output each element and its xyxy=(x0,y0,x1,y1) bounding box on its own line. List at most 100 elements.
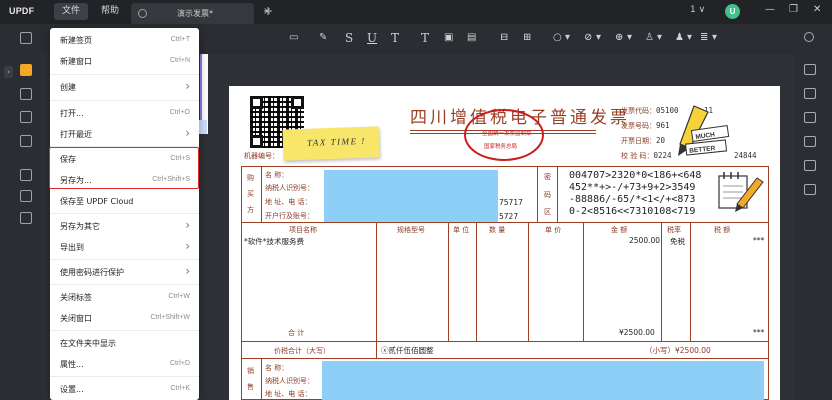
fill-dropdown-icon[interactable]: ▾ xyxy=(657,31,662,45)
underline-icon[interactable]: U xyxy=(367,31,377,45)
text-frame-icon[interactable]: ▤ xyxy=(467,31,476,45)
protect-icon[interactable] xyxy=(20,169,32,181)
pencil-dropdown-icon[interactable]: ▾ xyxy=(596,31,601,45)
buyer-partial-value: 75717 xyxy=(499,198,523,207)
fill-icon[interactable]: ♙ xyxy=(645,31,654,45)
menu-help[interactable]: 帮助 xyxy=(93,3,127,20)
reader-mode-icon[interactable] xyxy=(20,32,32,44)
maximize-icon[interactable]: ❐ xyxy=(789,4,798,15)
menu-file[interactable]: 文件 xyxy=(54,3,89,20)
collapse-sidebar-chevron-icon[interactable]: › xyxy=(4,66,13,78)
menu-item-close-tab[interactable]: 关闭标签 Ctrl+W xyxy=(50,287,199,308)
column-header: 金 额 xyxy=(611,226,628,234)
menu-item-new-window[interactable]: 新建窗口 Ctrl+N xyxy=(50,51,199,72)
seal-text: 国家税务总局 xyxy=(484,144,518,150)
buyer-partial-value: 5727 xyxy=(499,212,519,221)
comment-icon[interactable]: ▭ xyxy=(289,31,298,45)
menu-separator xyxy=(50,213,199,214)
total-amount: ¥2500.00 xyxy=(619,328,655,337)
menu-item-open[interactable]: 打开... Ctrl+O xyxy=(50,103,199,124)
menu-separator xyxy=(50,330,199,331)
new-tab-plus-icon[interactable]: + xyxy=(263,4,273,18)
menu-separator xyxy=(50,376,199,377)
form-icon[interactable] xyxy=(20,111,32,123)
table-rule xyxy=(476,222,477,341)
menu-item-protect-with-password[interactable]: 使用密码进行保护 › xyxy=(50,262,199,283)
menu-item-properties[interactable]: 属性... Ctrl+D xyxy=(50,354,199,375)
email-icon[interactable] xyxy=(804,160,816,171)
sticker-icon[interactable]: ⊟ xyxy=(500,31,508,45)
attachment-dropdown-icon[interactable]: ▾ xyxy=(627,31,632,45)
buyer-label: 买 xyxy=(247,190,254,198)
organize-pages-icon[interactable] xyxy=(20,135,32,147)
buyer-field: 纳税人识别号： xyxy=(265,184,314,192)
highlight-icon[interactable]: ✎ xyxy=(319,31,327,45)
edit-pdf-icon[interactable] xyxy=(20,88,32,100)
column-header: 数 量 xyxy=(489,226,506,234)
more-tools-icon[interactable]: ≣ xyxy=(700,31,708,45)
share-icon[interactable] xyxy=(804,136,816,147)
tax-time-sticky-note[interactable]: TAX TIME ! xyxy=(282,126,380,161)
squiggly-icon[interactable]: T xyxy=(391,31,399,45)
cipher-line: 004707>2320*0<186+<648 xyxy=(569,170,702,181)
menu-item-close-window[interactable]: 关闭窗口 Ctrl+Shift+W xyxy=(50,308,199,329)
menu-separator xyxy=(50,259,199,260)
user-avatar[interactable]: U xyxy=(725,4,740,19)
more-tools-dropdown-icon[interactable]: ▾ xyxy=(712,31,717,45)
ocr-icon[interactable] xyxy=(804,64,816,75)
invoice-seal: 全国统一发票监制章 国家税务总局 xyxy=(464,109,544,161)
batch-icon[interactable] xyxy=(804,112,816,123)
menu-item-create[interactable]: 创建 › xyxy=(50,77,199,98)
table-rule xyxy=(376,341,377,358)
table-rule xyxy=(557,166,558,222)
shape-dropdown-icon[interactable]: ▾ xyxy=(565,31,570,45)
buyer-field: 地 址、电 话： xyxy=(265,198,312,206)
document-tab[interactable]: 演示发票* × xyxy=(131,3,271,24)
item-tax: *** xyxy=(753,236,765,245)
convert-icon[interactable] xyxy=(804,88,816,99)
text-callout-icon[interactable]: ▣ xyxy=(444,31,453,45)
table-rule xyxy=(241,341,769,342)
menu-separator xyxy=(50,74,199,75)
layers-icon[interactable] xyxy=(20,212,32,224)
table-rule xyxy=(376,222,377,341)
buyer-field: 开户行及账号： xyxy=(265,212,314,220)
menu-item-settings[interactable]: 设置... Ctrl+K xyxy=(50,379,199,400)
seal-text: 全国统一发票监制章 xyxy=(482,131,532,137)
left-tool-rail xyxy=(0,24,42,400)
save-cloud-icon[interactable] xyxy=(804,184,816,195)
menu-item-export-to[interactable]: 导出到 › xyxy=(50,237,199,258)
updf-window: UPDF 文件 帮助 演示发票* × + 1 ∨ U — ❐ ✕ › ▭ ✎ S… xyxy=(0,0,832,400)
seller-label: 售 xyxy=(247,383,254,391)
minimize-icon[interactable]: — xyxy=(765,4,775,15)
tab-title: 演示发票* xyxy=(177,9,213,18)
menu-item-save-as-other[interactable]: 另存为其它 › xyxy=(50,216,199,237)
cipher-label: 区 xyxy=(544,208,551,216)
attachment-icon[interactable]: ⊕ xyxy=(615,31,623,45)
comment-mode-icon[interactable] xyxy=(20,64,32,76)
column-header: 税率 xyxy=(667,226,681,234)
buyer-field: 名 称： xyxy=(265,171,289,179)
menu-item-save-to-cloud[interactable]: 保存至 UPDF Cloud xyxy=(50,191,199,212)
stamp-icon[interactable]: ⊞ xyxy=(523,31,531,45)
signature-icon[interactable]: ♟ xyxy=(675,31,684,45)
check-code-tail: 24844 xyxy=(734,151,757,160)
crop-icon[interactable] xyxy=(20,190,32,202)
signature-dropdown-icon[interactable]: ▾ xyxy=(687,31,692,45)
marker-word: BETTER xyxy=(689,145,716,155)
pencil-icon[interactable]: ⊘ xyxy=(584,31,592,45)
annotation-toolbar: ▭ ✎ S U T T ▣ ▤ ⊟ ⊞ ○ ▾ ⊘ ▾ ⊕ ▾ ♙ ▾ ♟ ▾ … xyxy=(195,24,795,54)
close-window-icon[interactable]: ✕ xyxy=(813,4,821,15)
menu-item-new-tab[interactable]: 新建签页 Ctrl+T xyxy=(50,30,199,51)
strikethrough-icon[interactable]: S xyxy=(345,31,353,45)
seller-field: 纳税人识别号： xyxy=(265,377,314,385)
table-rule xyxy=(261,166,262,222)
menu-item-show-in-folder[interactable]: 在文件夹中显示 xyxy=(50,333,199,354)
app-logo: UPDF xyxy=(9,6,35,16)
window-list-dropdown[interactable]: 1 ∨ xyxy=(690,5,705,15)
text-box-icon[interactable]: T xyxy=(421,31,429,45)
total-tax: *** xyxy=(753,328,765,337)
search-icon[interactable] xyxy=(804,32,814,42)
menu-item-open-recent[interactable]: 打开最近 › xyxy=(50,124,199,145)
shape-icon[interactable]: ○ xyxy=(553,31,562,45)
